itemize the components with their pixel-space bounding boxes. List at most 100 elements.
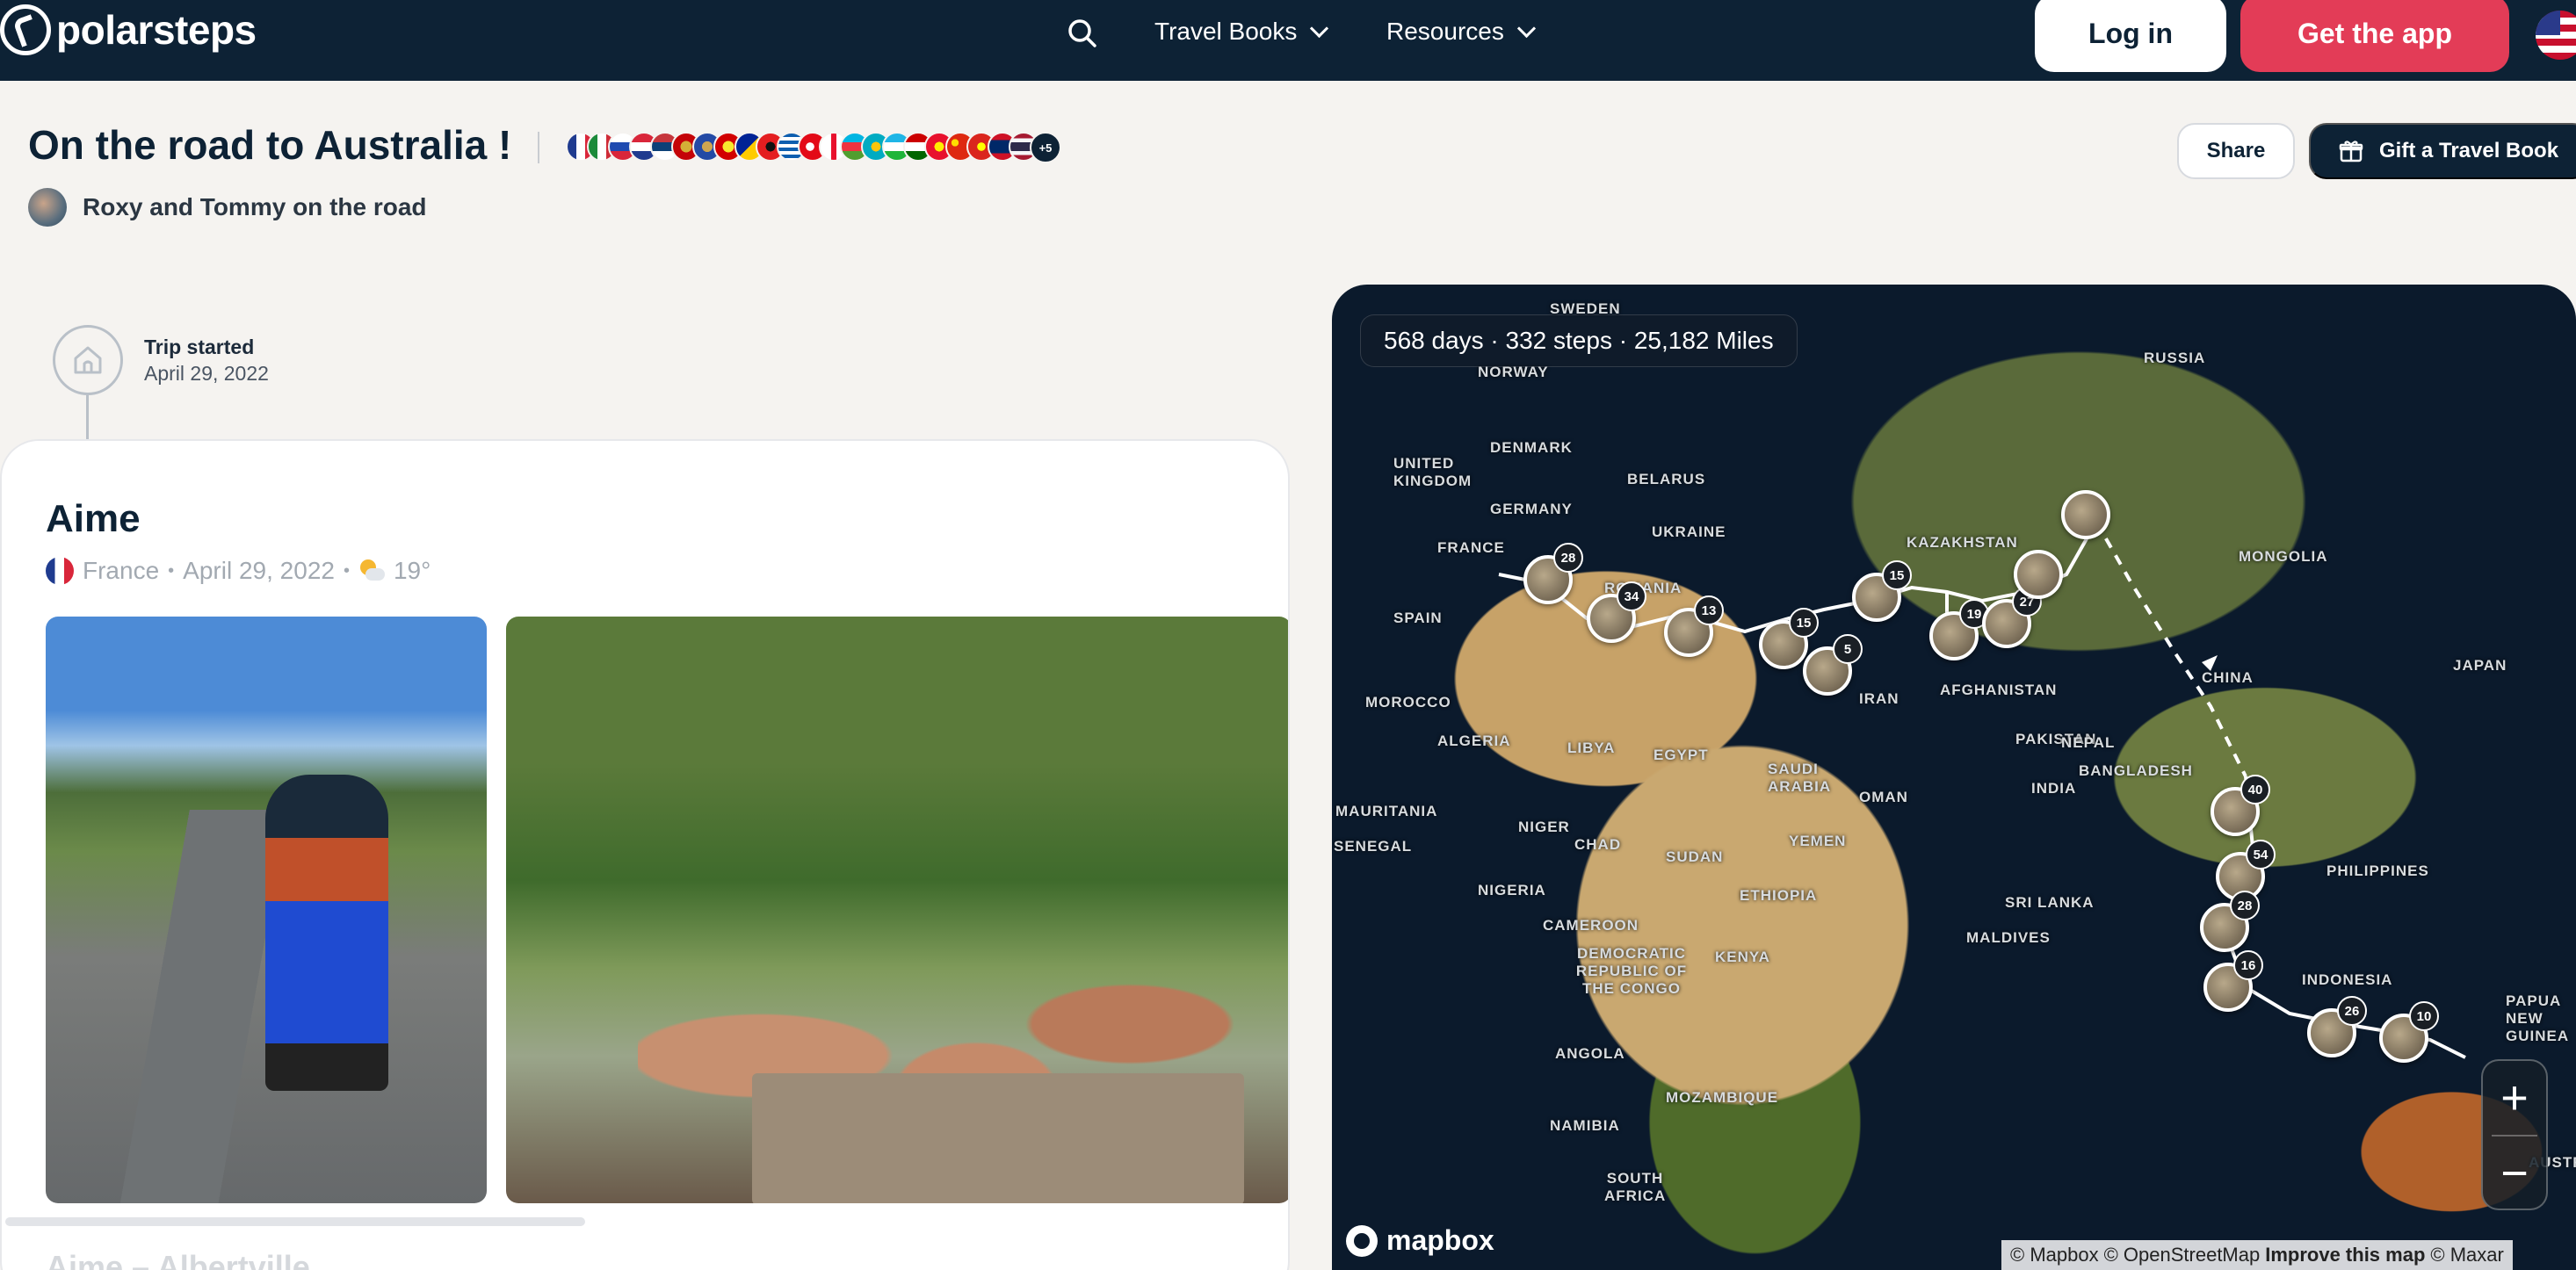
map-step-pin[interactable]: 34 xyxy=(1587,581,1646,643)
gift-icon xyxy=(2339,141,2363,162)
map-label: YEMEN xyxy=(1789,833,1847,849)
map-step-pin[interactable]: 28 xyxy=(1523,543,1583,604)
trip-author[interactable]: Roxy and Tommy on the road xyxy=(28,188,427,227)
map-label: NEPAL xyxy=(2061,734,2116,751)
step-photo-cyclist[interactable] xyxy=(46,617,487,1203)
step-photo-group-selfie[interactable] xyxy=(506,617,1288,1203)
step-title: Aime xyxy=(46,497,141,540)
map-label: JAPAN xyxy=(2453,657,2507,674)
zoom-out-button[interactable]: − xyxy=(2483,1137,2546,1210)
map-label: UNITED KINGDOM xyxy=(1393,455,1473,489)
map-step-pin[interactable]: 13 xyxy=(1664,595,1724,657)
pin-count: 5 xyxy=(1833,634,1863,664)
map-step-pin[interactable]: 26 xyxy=(2307,996,2367,1057)
map-zoom-control: + − xyxy=(2481,1059,2548,1210)
map-label: PAPUA NEW GUINEA xyxy=(2506,992,2570,1044)
polarsteps-logo-icon xyxy=(0,4,51,55)
map-label: NIGERIA xyxy=(1478,882,1546,898)
map-label: SOUTH AFRICA xyxy=(1604,1170,1667,1204)
us-flag-icon[interactable] xyxy=(2536,11,2576,60)
map-label: ANGOLA xyxy=(1555,1045,1625,1062)
map-label: BANGLADESH xyxy=(2079,762,2193,779)
map-step-pin[interactable]: 15 xyxy=(1852,560,1912,622)
pin-count: 40 xyxy=(2240,775,2270,805)
trip-started-label: Trip started xyxy=(144,336,255,358)
attribution-maxar-link[interactable]: © Maxar xyxy=(2430,1244,2503,1266)
map-label: KAZAKHSTAN xyxy=(1907,534,2018,551)
map-step-pin[interactable]: 19 xyxy=(1929,599,1989,660)
trip-stats: 568 days · 332 steps · 25,182 Miles xyxy=(1360,314,1798,367)
zoom-in-button[interactable]: + xyxy=(2483,1061,2546,1135)
share-button[interactable]: Share xyxy=(2177,123,2295,179)
map-label: PHILIPPINES xyxy=(2326,862,2429,879)
map-label: INDONESIA xyxy=(2302,971,2393,988)
pin-count: 15 xyxy=(1882,560,1912,590)
next-step-title[interactable]: Aime – Albertville xyxy=(46,1249,310,1270)
map-label: ETHIOPIA xyxy=(1740,887,1818,904)
gift-travel-book-button[interactable]: Gift a Travel Book xyxy=(2309,123,2576,179)
pin-count: 10 xyxy=(2409,1001,2439,1031)
get-the-app-button[interactable]: Get the app xyxy=(2240,0,2509,72)
mapbox-label: mapbox xyxy=(1386,1224,1494,1256)
separator-dot: • xyxy=(168,560,175,581)
trip-route-line xyxy=(1498,521,2466,1059)
map-step-pin[interactable]: 16 xyxy=(2203,950,2263,1012)
map-label: SUDAN xyxy=(1666,848,1724,865)
polarsteps-logo[interactable]: polarsteps xyxy=(0,4,257,56)
avatar xyxy=(28,188,67,227)
map-label: FRANCE xyxy=(1437,539,1505,556)
map-label: SRI LANKA xyxy=(2005,894,2095,911)
attribution-mapbox-link[interactable]: © Mapbox xyxy=(2010,1244,2099,1266)
map-label: MOZAMBIQUE xyxy=(1666,1089,1779,1106)
map-step-pin[interactable]: 40 xyxy=(2211,775,2270,836)
step-meta: France • April 29, 2022 • 19° xyxy=(46,557,431,585)
separator-dot: • xyxy=(343,560,350,581)
map-label: MAURITANIA xyxy=(1335,803,1438,819)
map-label: SWEDEN xyxy=(1550,300,1621,317)
more-flags-badge[interactable]: +5 xyxy=(1030,132,1061,163)
nav-travel-books[interactable]: Travel Books xyxy=(1154,12,1329,51)
step-card[interactable]: Aime France • April 29, 2022 • 19° Aime … xyxy=(0,439,1290,1270)
map-step-pin[interactable]: 28 xyxy=(2200,891,2260,952)
login-button[interactable]: Log in xyxy=(2035,0,2226,72)
map-label: NIGER xyxy=(1518,819,1570,835)
map-label: MOROCCO xyxy=(1365,694,1451,711)
trip-map[interactable]: 568 days · 332 steps · 25,182 Miles SWED… xyxy=(1332,285,2576,1270)
photo-cyclist xyxy=(265,775,388,1091)
map-label: NAMIBIA xyxy=(1550,1117,1620,1134)
map-step-pin[interactable]: 10 xyxy=(2379,1001,2439,1063)
trip-started-date: April 29, 2022 xyxy=(144,362,269,385)
pin-count: 28 xyxy=(1553,543,1583,573)
map-label: SENEGAL xyxy=(1334,838,1413,855)
map-label: IRAN xyxy=(1859,690,1899,707)
map-label: MALDIVES xyxy=(1966,929,2051,946)
map-step-pin[interactable] xyxy=(2014,550,2063,599)
nav-travel-books-label: Travel Books xyxy=(1154,18,1298,45)
search-icon[interactable] xyxy=(1065,16,1100,51)
map-label: EGYPT xyxy=(1653,747,1709,763)
map-step-pin[interactable] xyxy=(2061,490,2110,539)
pin-count: 15 xyxy=(1789,608,1819,638)
mapbox-icon xyxy=(1346,1224,1378,1257)
chevron-down-icon xyxy=(1310,18,1329,38)
attribution-osm-link[interactable]: © OpenStreetMap xyxy=(2104,1244,2261,1266)
visited-country-flags[interactable]: +5 xyxy=(566,132,1061,163)
map-label: KENYA xyxy=(1715,949,1770,965)
nav-resources[interactable]: Resources xyxy=(1386,12,1536,51)
map-step-pin[interactable]: 5 xyxy=(1803,634,1863,696)
map-label: INDIA xyxy=(2031,780,2077,797)
nav-resources-label: Resources xyxy=(1386,18,1504,45)
mapbox-logo[interactable]: mapbox xyxy=(1346,1224,1494,1257)
photo-picnic-table xyxy=(752,1073,1244,1203)
pin-count: 16 xyxy=(2233,950,2263,980)
map-step-pin[interactable]: 15 xyxy=(1759,608,1819,669)
improve-map-link[interactable]: Improve this map xyxy=(2265,1244,2425,1266)
map-step-pin[interactable]: 27 xyxy=(1982,587,2042,648)
photo-scrollbar[interactable] xyxy=(5,1217,585,1226)
pin-count: 34 xyxy=(1617,581,1646,611)
map-label: MONGOLIA xyxy=(2239,548,2328,565)
map-label: DENMARK xyxy=(1490,439,1573,456)
map-label: DEMOCRATIC REPUBLIC OF THE CONGO xyxy=(1575,945,1688,997)
home-icon xyxy=(74,346,102,374)
top-navigation: polarsteps Travel Books Resources Log in… xyxy=(0,0,2576,81)
